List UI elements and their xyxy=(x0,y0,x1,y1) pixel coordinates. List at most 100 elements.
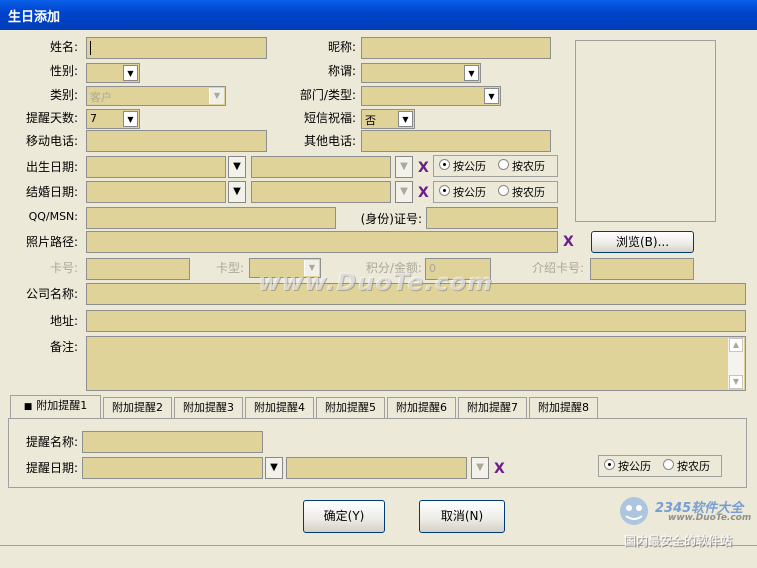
birth-lunar-label: 按农历 xyxy=(512,160,545,173)
dept-label: 部门/类型: xyxy=(299,88,356,102)
remind-lunar-radio[interactable] xyxy=(663,459,674,470)
wedding-date-lunar-field[interactable] xyxy=(251,181,391,203)
chevron-down-icon[interactable]: ▼ xyxy=(464,65,479,81)
id-card-label: (身份)证号: xyxy=(360,212,422,226)
watermark-brand-url: www.DuoTe.com xyxy=(668,513,752,523)
dept-select[interactable]: ▼ xyxy=(361,86,501,106)
nickname-label: 昵称: xyxy=(327,40,356,54)
name-field[interactable] xyxy=(86,37,267,59)
wedding-solar-radio[interactable] xyxy=(439,185,450,196)
gender-label: 性别: xyxy=(49,64,78,78)
birth-date-label: 出生日期: xyxy=(25,160,78,174)
wedding-date-label: 结婚日期: xyxy=(25,185,78,199)
id-card-field[interactable] xyxy=(426,207,558,229)
photo-path-clear-icon[interactable]: X xyxy=(563,234,574,250)
title-bar: 生日添加 xyxy=(0,0,757,30)
extra-reminder-panel: 提醒名称: 提醒日期: ▼ ▼ X 按公历 按农历 xyxy=(8,418,747,488)
sms-select[interactable]: 否 ▼ xyxy=(361,109,415,129)
tab-extra-reminder-6[interactable]: 附加提醒6 xyxy=(387,397,456,419)
remind-date-lunar-dropdown-icon[interactable]: ▼ xyxy=(471,457,489,479)
remind-solar-radio[interactable] xyxy=(604,459,615,470)
photo-path-label: 照片路径: xyxy=(25,235,78,249)
category-label: 类别: xyxy=(49,88,78,102)
cancel-button[interactable]: 取消(N) xyxy=(419,500,505,533)
chevron-down-icon[interactable]: ▼ xyxy=(398,111,413,127)
name-label: 姓名: xyxy=(49,40,78,54)
tab-extra-reminder-2[interactable]: 附加提醒2 xyxy=(103,397,172,419)
remind-days-label: 提醒天数: xyxy=(25,111,78,125)
birth-date-lunar-dropdown-icon[interactable]: ▼ xyxy=(395,156,413,178)
referrer-card-field[interactable] xyxy=(590,258,694,280)
mobile-label: 移动电话: xyxy=(25,134,78,148)
remind-solar-label: 按公历 xyxy=(618,460,651,473)
chevron-down-icon[interactable]: ▼ xyxy=(123,65,138,81)
remind-lunar-label: 按农历 xyxy=(677,460,710,473)
remind-name-field[interactable] xyxy=(82,431,263,453)
watermark-slogan: 国内最安全的软件站 xyxy=(624,534,733,548)
photo-preview xyxy=(575,40,716,222)
tab-extra-reminder-8[interactable]: 附加提醒8 xyxy=(529,397,598,419)
other-phone-label: 其他电话: xyxy=(303,134,356,148)
remind-date-lunar-field[interactable] xyxy=(286,457,467,479)
remind-days-select[interactable]: 7 ▼ xyxy=(86,109,140,129)
browse-button[interactable]: 浏览(B)... xyxy=(591,231,694,253)
sms-label: 短信祝福: xyxy=(303,111,356,125)
qq-field[interactable] xyxy=(86,207,336,229)
birth-date-clear-icon[interactable]: X xyxy=(418,160,429,176)
tab-extra-reminder-1[interactable]: ■ 附加提醒1 xyxy=(10,395,101,419)
active-tab-icon: ■ xyxy=(23,402,33,412)
birth-solar-label: 按公历 xyxy=(453,160,486,173)
photo-path-field[interactable] xyxy=(86,231,558,253)
notes-scrollbar[interactable]: ▲ ▼ xyxy=(728,338,744,389)
mobile-field[interactable] xyxy=(86,130,267,152)
title-select[interactable]: ▼ xyxy=(361,63,481,83)
birth-solar-radio[interactable] xyxy=(439,159,450,170)
wedding-calendar-group: 按公历 按农历 xyxy=(433,181,558,203)
sms-value: 否 xyxy=(365,114,376,127)
remind-date-clear-icon[interactable]: X xyxy=(494,461,505,477)
wedding-solar-label: 按公历 xyxy=(453,186,486,199)
wedding-date-lunar-dropdown-icon[interactable]: ▼ xyxy=(395,181,413,203)
remind-date-dropdown-icon[interactable]: ▼ xyxy=(265,457,283,479)
notes-label: 备注: xyxy=(49,340,78,354)
nickname-field[interactable] xyxy=(361,37,551,59)
remind-calendar-group: 按公历 按农历 xyxy=(598,455,722,477)
card-no-field[interactable] xyxy=(86,258,190,280)
remind-date-label: 提醒日期: xyxy=(25,461,78,475)
address-label: 地址: xyxy=(49,314,78,328)
ok-button[interactable]: 确定(Y) xyxy=(303,500,385,533)
remind-date-field[interactable] xyxy=(82,457,263,479)
category-value: 客户 xyxy=(90,91,112,104)
birth-date-dropdown-icon[interactable]: ▼ xyxy=(228,156,246,178)
scroll-up-icon[interactable]: ▲ xyxy=(729,338,743,352)
chevron-down-icon[interactable]: ▼ xyxy=(209,88,224,104)
wedding-date-clear-icon[interactable]: X xyxy=(418,185,429,201)
other-phone-field[interactable] xyxy=(361,130,551,152)
notes-field[interactable]: ▲ ▼ xyxy=(86,336,746,391)
gender-select[interactable]: ▼ xyxy=(86,63,140,83)
tab-extra-reminder-4[interactable]: 附加提醒4 xyxy=(245,397,314,419)
tab-extra-reminder-7[interactable]: 附加提醒7 xyxy=(458,397,527,419)
watermark-logo-icon xyxy=(614,494,654,528)
chevron-down-icon[interactable]: ▼ xyxy=(484,88,499,104)
wedding-lunar-radio[interactable] xyxy=(498,185,509,196)
qq-label: QQ/MSN: xyxy=(28,210,78,223)
referrer-card-label: 介绍卡号: xyxy=(531,261,584,275)
watermark-center: www.DuoTe.com xyxy=(258,268,493,296)
tab-extra-reminder-3[interactable]: 附加提醒3 xyxy=(174,397,243,419)
company-label: 公司名称: xyxy=(25,287,78,301)
scroll-down-icon[interactable]: ▼ xyxy=(729,375,743,389)
birth-date-lunar-field[interactable] xyxy=(251,156,391,178)
wedding-lunar-label: 按农历 xyxy=(512,186,545,199)
birth-date-field[interactable] xyxy=(86,156,226,178)
birth-lunar-radio[interactable] xyxy=(498,159,509,170)
category-select[interactable]: 客户 ▼ xyxy=(86,86,226,106)
tab-extra-reminder-5[interactable]: 附加提醒5 xyxy=(316,397,385,419)
text-caret xyxy=(90,41,91,55)
card-no-label: 卡号: xyxy=(49,261,78,275)
wedding-date-field[interactable] xyxy=(86,181,226,203)
address-field[interactable] xyxy=(86,310,746,332)
chevron-down-icon[interactable]: ▼ xyxy=(123,111,138,127)
title-label: 称谓: xyxy=(327,64,356,78)
wedding-date-dropdown-icon[interactable]: ▼ xyxy=(228,181,246,203)
